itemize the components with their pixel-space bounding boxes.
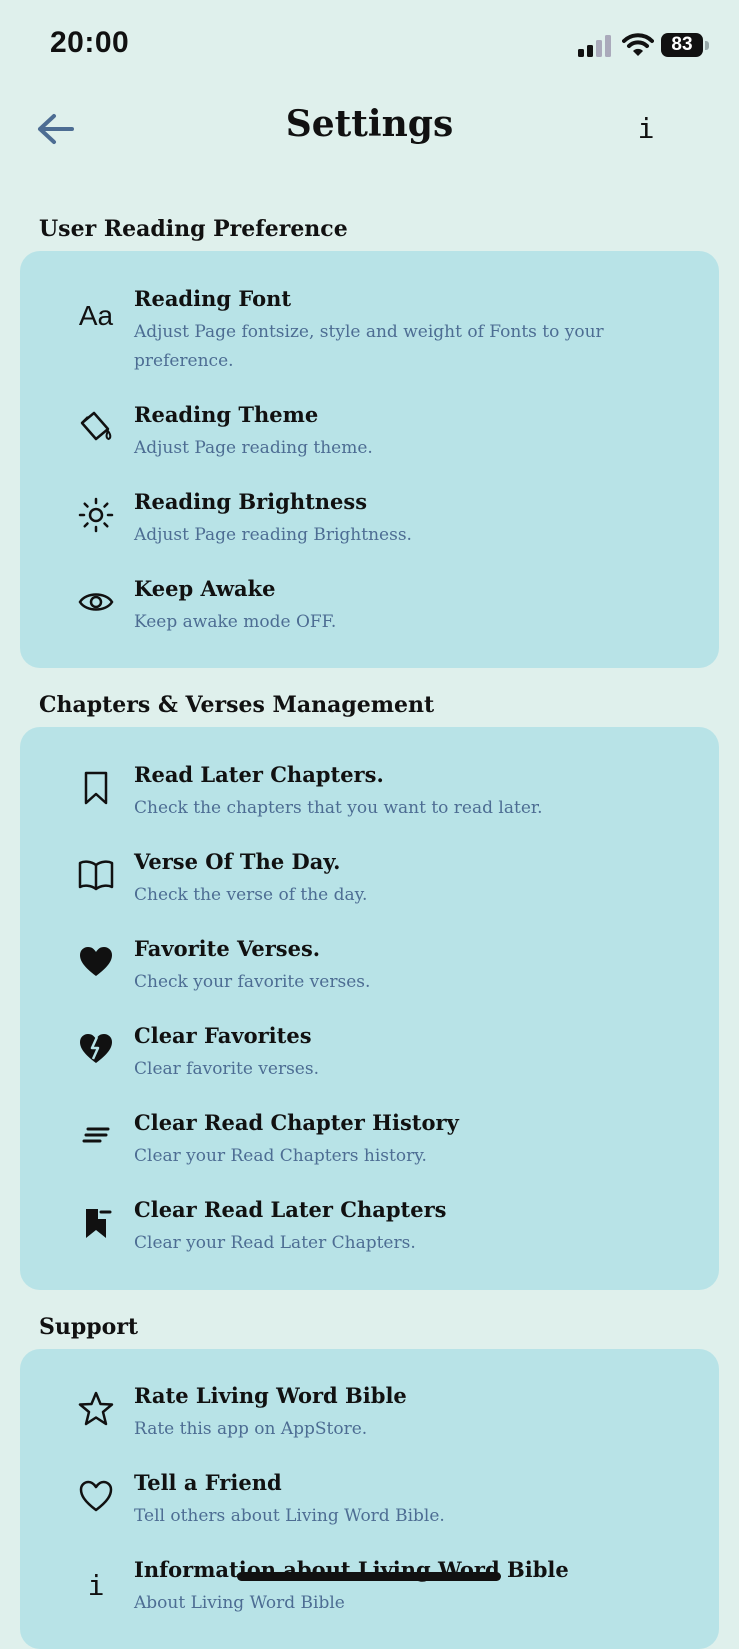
home-indicator[interactable] — [237, 1572, 501, 1581]
setting-title: Clear Favorites — [134, 1023, 312, 1048]
sun-icon — [76, 495, 116, 535]
section-title-reading-preference: User Reading Preference — [39, 216, 348, 242]
open-book-icon — [76, 855, 116, 895]
setting-subtitle: Clear your Read Later Chapters. — [134, 1233, 416, 1253]
card-reading-preference: Aa Reading Font Adjust Page fontsize, st… — [20, 251, 719, 668]
setting-subtitle: Check your favorite verses. — [134, 972, 371, 992]
setting-title: Reading Font — [134, 286, 292, 311]
navigation-bar: Settings i — [0, 95, 739, 165]
setting-subtitle: Clear favorite verses. — [134, 1059, 319, 1079]
setting-subtitle: Check the verse of the day. — [134, 885, 368, 905]
heart-outline-icon — [76, 1476, 116, 1516]
setting-subtitle: Adjust Page reading theme. — [134, 438, 373, 458]
setting-title: Reading Brightness — [134, 489, 368, 514]
eye-icon — [76, 582, 116, 622]
setting-title: Clear Read Later Chapters — [134, 1197, 447, 1222]
setting-title: Read Later Chapters. — [134, 762, 384, 787]
star-icon — [76, 1389, 116, 1429]
heart-filled-icon — [76, 942, 116, 982]
setting-title: Keep Awake — [134, 576, 276, 601]
setting-title: Rate Living Word Bible — [134, 1383, 407, 1408]
broken-heart-icon — [76, 1029, 116, 1069]
info-button[interactable]: i — [628, 109, 664, 149]
section-title-support: Support — [39, 1314, 139, 1340]
setting-subtitle: Rate this app on AppStore. — [134, 1419, 368, 1439]
setting-title: Verse Of The Day. — [134, 849, 341, 874]
battery-level: 83 — [661, 33, 703, 57]
bookmark-remove-icon — [76, 1203, 116, 1243]
setting-title: Tell a Friend — [134, 1470, 282, 1495]
setting-subtitle: Tell others about Living Word Bible. — [134, 1506, 445, 1526]
card-support: Rate Living Word Bible Rate this app on … — [20, 1349, 719, 1649]
setting-subtitle: Adjust Page reading Brightness. — [134, 525, 412, 545]
cellular-signal-icon — [578, 34, 614, 58]
section-title-chapters-verses: Chapters & Verses Management — [39, 692, 435, 718]
battery-icon: 83 — [661, 33, 709, 57]
setting-title: Reading Theme — [134, 402, 319, 427]
status-bar: 20:00 83 — [0, 0, 739, 90]
setting-title: Clear Read Chapter History — [134, 1110, 459, 1135]
card-chapters-verses: Read Later Chapters. Check the chapters … — [20, 727, 719, 1290]
setting-subtitle: Keep awake mode OFF. — [134, 612, 337, 632]
setting-subtitle: Clear your Read Chapters history. — [134, 1146, 427, 1166]
bookmark-icon — [76, 768, 116, 808]
status-time: 20:00 — [50, 26, 130, 59]
wifi-icon — [622, 32, 654, 58]
clear-lines-icon — [76, 1116, 116, 1156]
setting-subtitle: About Living Word Bible — [134, 1593, 345, 1613]
font-icon: Aa — [78, 300, 114, 331]
setting-subtitle: Check the chapters that you want to read… — [134, 798, 543, 818]
paint-bucket-icon — [76, 407, 116, 447]
info-icon: i — [87, 1568, 105, 1602]
setting-title: Favorite Verses. — [134, 936, 321, 961]
setting-subtitle: Adjust Page fontsize, style and weight o… — [134, 322, 604, 371]
